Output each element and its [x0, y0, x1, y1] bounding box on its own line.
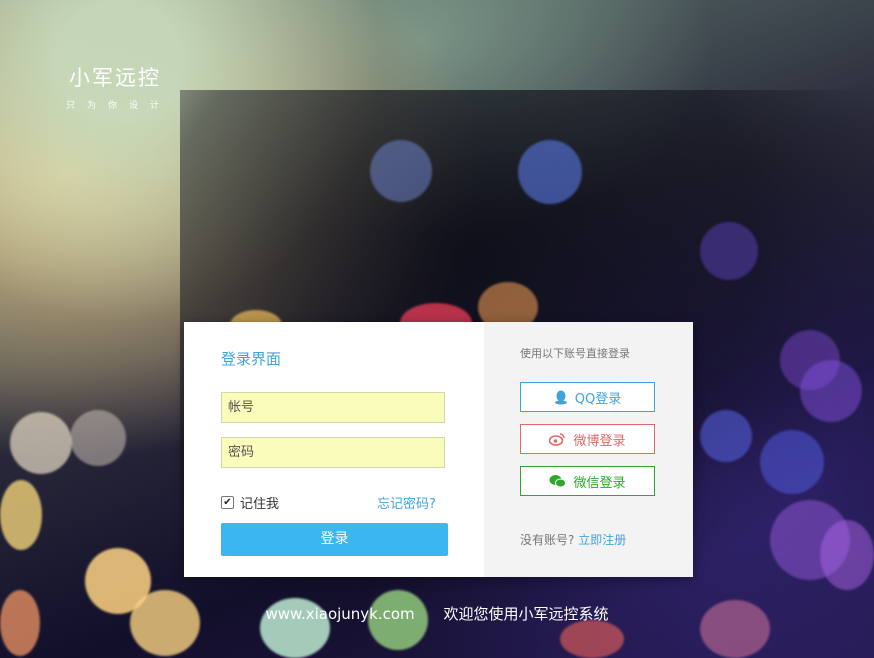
register-prompt: 没有账号? 立即注册: [520, 531, 626, 548]
wechat-icon: [549, 474, 567, 488]
brand-logo: 小军远控 只为你设计: [60, 62, 171, 111]
account-input[interactable]: [221, 392, 445, 423]
qq-icon: [554, 390, 568, 405]
password-input[interactable]: [221, 437, 445, 468]
brand-subtitle: 只为你设计: [66, 101, 172, 111]
bokeh-light: [70, 410, 126, 466]
login-title: 登录界面: [221, 350, 282, 368]
login-button[interactable]: 登录: [221, 523, 448, 556]
bokeh-light: [0, 480, 42, 550]
footer-welcome: 欢迎您使用小军远控系统: [443, 605, 609, 623]
weibo-login-label: 微博登录: [573, 433, 626, 449]
weibo-login-button[interactable]: 微博登录: [520, 424, 655, 454]
wechat-login-label: 微信登录: [573, 475, 626, 491]
qq-login-button[interactable]: QQ登录: [520, 382, 655, 412]
login-panel: 登录界面 ✔ 记住我 忘记密码? 登录 使用以下账号直接登录 QQ登录 微博登录: [184, 322, 693, 577]
wechat-login-button[interactable]: 微信登录: [520, 466, 655, 496]
forgot-password-link[interactable]: 忘记密码?: [377, 493, 436, 512]
login-form: 登录界面 ✔ 记住我 忘记密码? 登录: [184, 322, 484, 577]
bokeh-light: [700, 222, 758, 280]
bokeh-light: [820, 520, 874, 590]
bokeh-light: [700, 410, 752, 462]
footer-url: www.xiaojunyk.com: [265, 605, 415, 623]
social-login: 使用以下账号直接登录 QQ登录 微博登录 微信登录 没有账号? 立即注册: [484, 322, 693, 577]
brand-title: 小军远控: [69, 66, 161, 90]
remember-me[interactable]: ✔ 记住我: [221, 493, 279, 512]
no-account-text: 没有账号?: [520, 533, 575, 547]
social-login-hint: 使用以下账号直接登录: [520, 347, 630, 360]
remember-label: 记住我: [240, 497, 280, 512]
register-link[interactable]: 立即注册: [578, 533, 626, 547]
qq-login-label: QQ登录: [574, 391, 622, 407]
bokeh-light: [760, 430, 824, 494]
bokeh-light: [370, 140, 432, 202]
bokeh-light: [800, 360, 862, 422]
bokeh-light: [10, 412, 72, 474]
bokeh-light: [518, 140, 582, 204]
weibo-icon: [549, 432, 566, 446]
footer: www.xiaojunyk.com 欢迎您使用小军远控系统: [0, 603, 874, 624]
remember-checkbox[interactable]: ✔: [221, 496, 234, 509]
bokeh-light: [560, 620, 624, 658]
